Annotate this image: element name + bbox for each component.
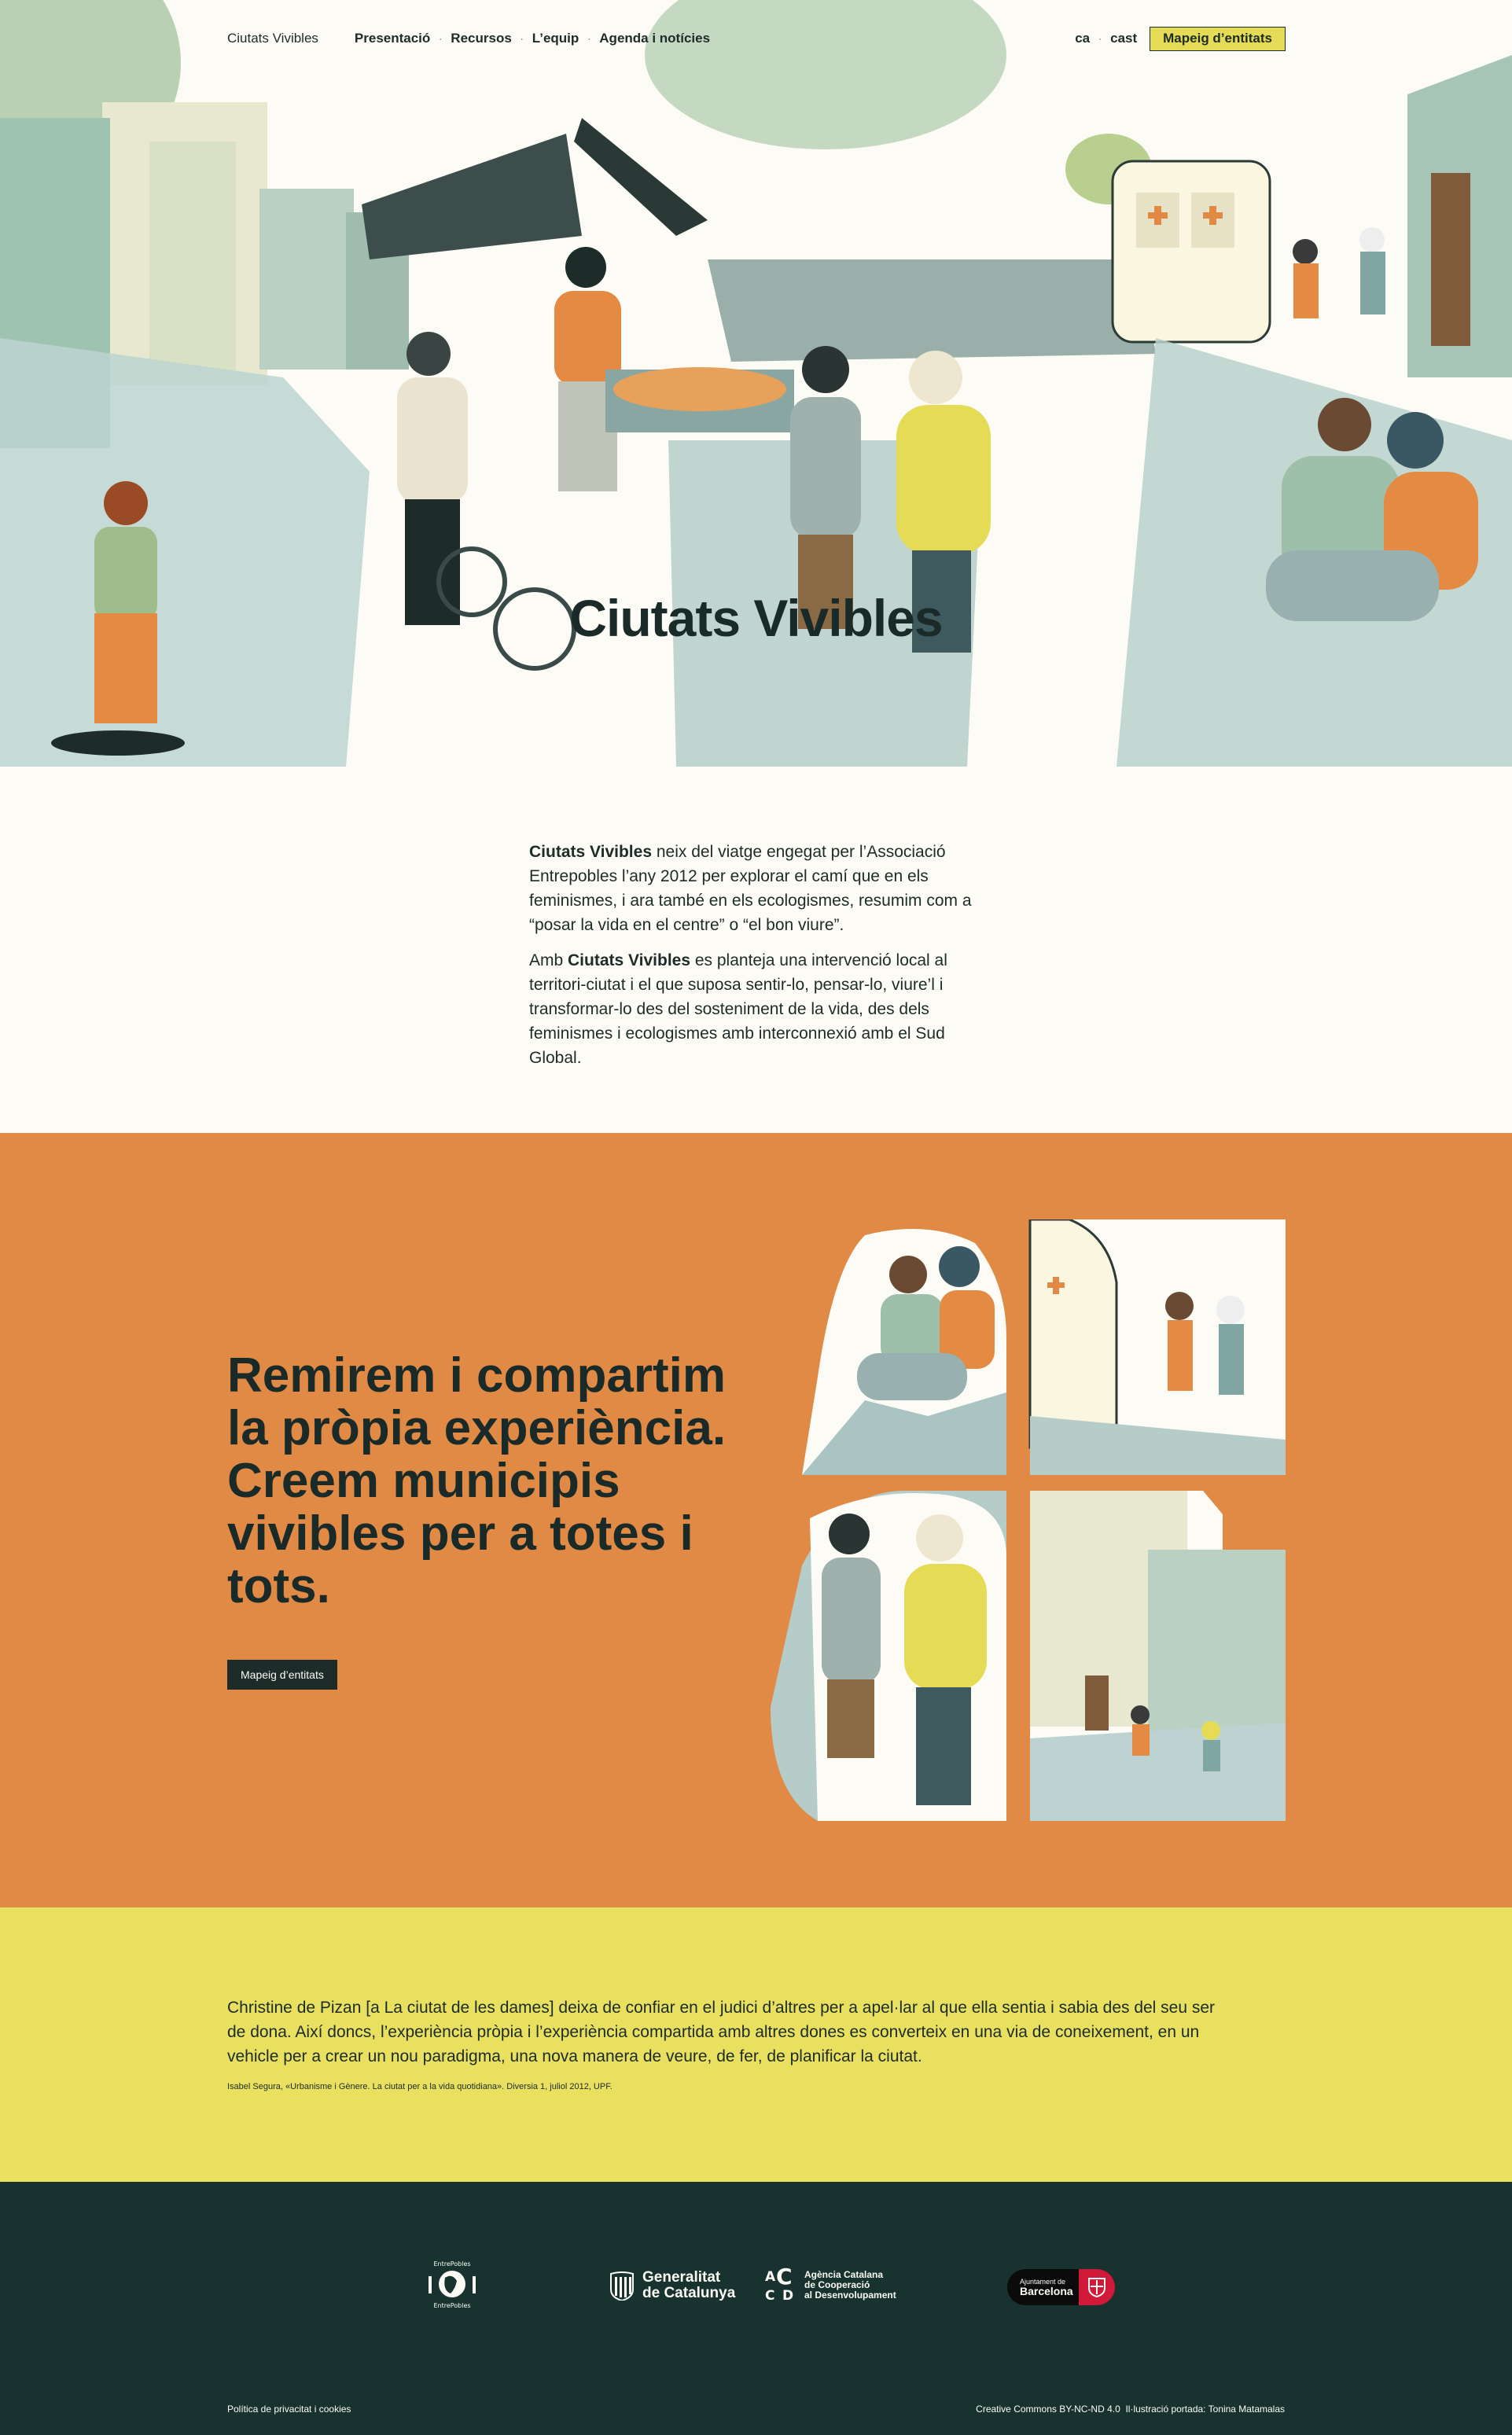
entrepobles-emblem-icon: EntrePobles EntrePobles	[429, 2260, 476, 2309]
mapping-button[interactable]: Mapeig d’entitats	[1150, 26, 1286, 51]
nav-item-presentacio[interactable]: Presentació	[355, 31, 430, 46]
intro-brand-bold: Ciutats Vivibles	[568, 951, 691, 969]
language-cast[interactable]: cast	[1110, 31, 1137, 46]
intro-brand-bold: Ciutats Vivibles	[529, 843, 653, 861]
hero-illustration	[0, 0, 1512, 767]
accd-emblem-icon: A C C D	[765, 2267, 793, 2303]
illustration-tile-ambulance	[1028, 1219, 1286, 1475]
main-menu: Presentació · Recursos · L’equip · Agend…	[355, 31, 710, 46]
quote-text: Christine de Pizan [a La ciutat de les d…	[227, 1999, 1216, 2065]
generalitat-emblem-icon	[610, 2271, 634, 2301]
separator-dot: ·	[439, 33, 443, 44]
illustration-tile-couple	[786, 1219, 1006, 1475]
experience-heading: Remirem i compartim la pròpia experiènci…	[227, 1348, 727, 1613]
barcelona-line-2: Barcelona	[1020, 2284, 1073, 2297]
separator-dot: ·	[1098, 33, 1102, 44]
barcelona-logo[interactable]: Ajuntament de Barcelona	[1007, 2269, 1115, 2305]
mapping-button-secondary[interactable]: Mapeig d’entitats	[227, 1660, 337, 1690]
accd-line-2: de Cooperació	[804, 2279, 870, 2290]
language-ca[interactable]: ca	[1075, 31, 1090, 46]
quote-citation: Isabel Segura, «Urbanisme i Gènere. La c…	[227, 2082, 613, 2091]
intro-paragraph-1: Ciutats Vivibles neix del viatge engegat…	[529, 840, 985, 937]
intro-paragraph-2-start: Amb	[529, 951, 568, 969]
experience-section: Remirem i compartim la pròpia experiènci…	[0, 1133, 1512, 1907]
illustration-collage	[771, 1219, 1286, 1821]
svg-text:A: A	[765, 2269, 776, 2285]
privacy-link[interactable]: Política de privacitat i cookies	[227, 2404, 351, 2415]
accd-line-3: al Desenvolupament	[804, 2289, 896, 2301]
svg-text:C: C	[776, 2267, 793, 2290]
barcelona-line-1: Ajuntament de	[1020, 2277, 1066, 2286]
hero: Ciutats Vivibles Presentació · Recursos …	[0, 0, 1512, 767]
svg-text:EntrePobles: EntrePobles	[433, 2260, 470, 2268]
generalitat-subname: de Catalunya	[642, 2285, 736, 2301]
svg-text:C: C	[765, 2288, 774, 2303]
nav-item-agenda[interactable]: Agenda i notícies	[599, 31, 710, 46]
generalitat-name: Generalitat	[642, 2269, 721, 2286]
intro-text: Ciutats Vivibles neix del viatge engegat…	[529, 840, 985, 1070]
separator-dot: ·	[587, 33, 591, 44]
credits-text: Creative Commons BY-NC-ND 4.0 Il·lustrac…	[976, 2404, 1285, 2415]
hero-title: Ciutats Vivibles	[569, 589, 943, 647]
barcelona-shield-icon	[1079, 2269, 1115, 2305]
illustration-tile-street	[1030, 1491, 1286, 1821]
separator-dot: ·	[520, 33, 524, 44]
nav-item-equip[interactable]: L’equip	[532, 31, 579, 46]
entrepobles-logo[interactable]: EntrePobles EntrePobles	[421, 2257, 484, 2311]
accd-logo[interactable]: A C C D Agència Catalana de Cooperació a…	[765, 2267, 896, 2303]
svg-text:D: D	[782, 2288, 793, 2303]
language-switcher: ca · cast Mapeig d’entitats	[1075, 26, 1286, 51]
quote-section: Christine de Pizan [a La ciutat de les d…	[0, 1907, 1512, 2182]
accd-line-1: Agència Catalana	[804, 2268, 884, 2280]
top-navigation: Ciutats Vivibles Presentació · Recursos …	[227, 26, 1286, 51]
brand-link[interactable]: Ciutats Vivibles	[227, 31, 318, 46]
footer: EntrePobles EntrePobles Generalitat de C…	[0, 2182, 1512, 2435]
illustration-tile-women	[771, 1491, 1006, 1821]
svg-text:EntrePobles: EntrePobles	[433, 2302, 470, 2309]
intro-paragraph-2: Amb Ciutats Vivibles es planteja una int…	[529, 948, 985, 1070]
nav-item-recursos[interactable]: Recursos	[451, 31, 511, 46]
generalitat-logo[interactable]: Generalitat de Catalunya	[609, 2268, 735, 2303]
